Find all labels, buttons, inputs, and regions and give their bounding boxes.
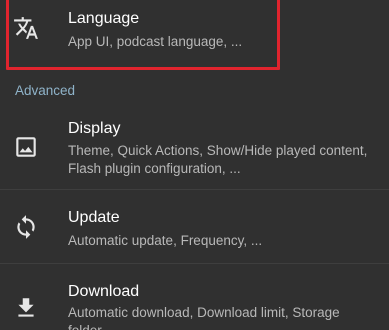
refresh-icon bbox=[13, 214, 39, 240]
image-icon bbox=[13, 134, 39, 160]
download-icon bbox=[13, 295, 39, 321]
download-summary: Automatic download, Download limit, Stor… bbox=[68, 305, 340, 330]
update-summary: Automatic update, Frequency, ... bbox=[68, 233, 263, 248]
settings-item-display[interactable]: Display Theme, Quick Actions, Show/Hide … bbox=[0, 108, 389, 188]
download-title: Download bbox=[68, 283, 140, 300]
settings-item-update[interactable]: Update Automatic update, Frequency, ... bbox=[0, 190, 389, 263]
settings-item-language[interactable]: Language App UI, podcast language, ... bbox=[0, 0, 389, 70]
settings-screen: Language App UI, podcast language, ... A… bbox=[0, 0, 389, 330]
highlight-box bbox=[6, 0, 280, 70]
section-header-advanced: Advanced bbox=[15, 83, 76, 98]
update-title: Update bbox=[68, 209, 120, 226]
display-title: Display bbox=[68, 120, 121, 137]
settings-item-download[interactable]: Download Automatic download, Download li… bbox=[0, 264, 389, 330]
display-summary: Theme, Quick Actions, Show/Hide played c… bbox=[68, 143, 368, 176]
